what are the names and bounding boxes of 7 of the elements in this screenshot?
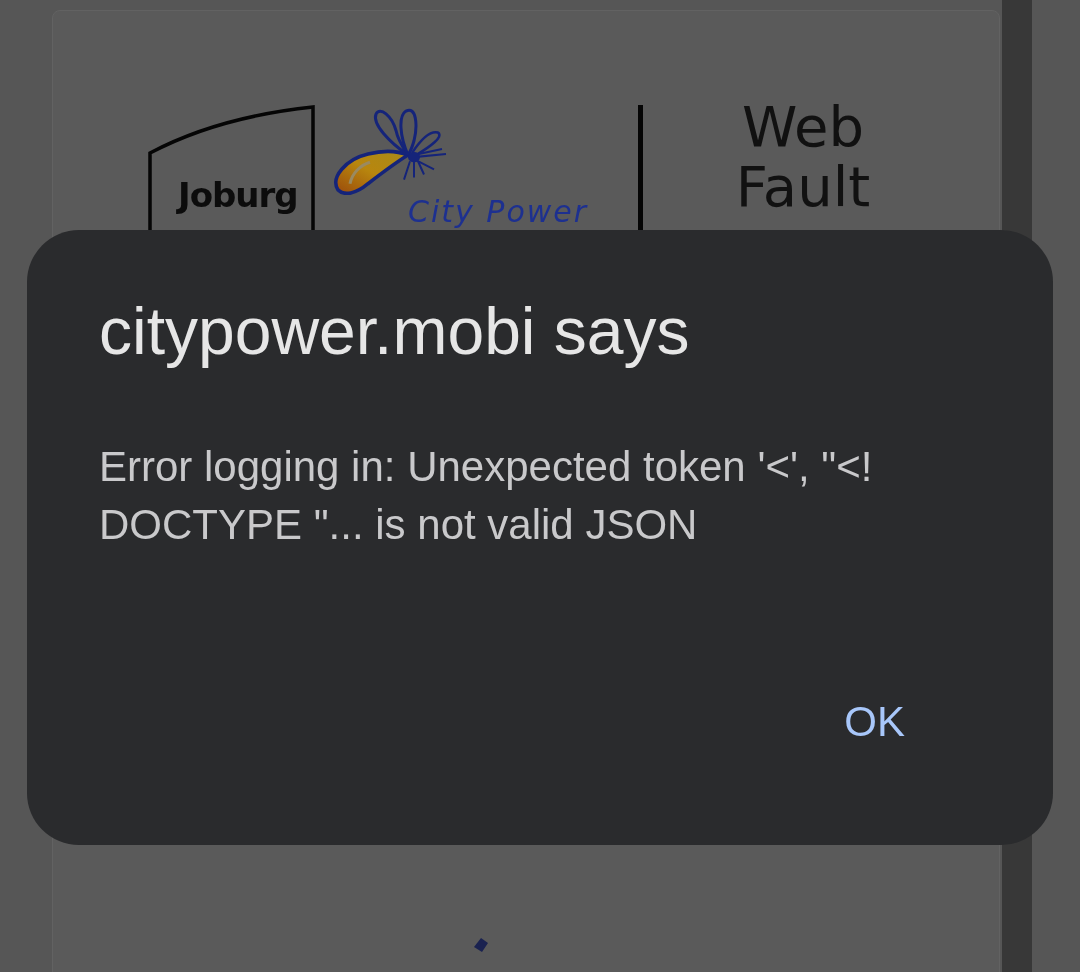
dialog-title: citypower.mobi says <box>99 293 690 369</box>
dialog-message: Error logging in: Unexpected token '<', "<!DOCTYPE "... is not valid JSON <box>99 442 874 550</box>
ok-button[interactable]: OK <box>826 689 923 755</box>
page-title: Web Fault <box>734 97 872 217</box>
city-power-wordmark: City Power <box>408 195 589 228</box>
diamond-icon <box>474 938 488 952</box>
joburg-wordmark: Joburg <box>178 175 298 215</box>
